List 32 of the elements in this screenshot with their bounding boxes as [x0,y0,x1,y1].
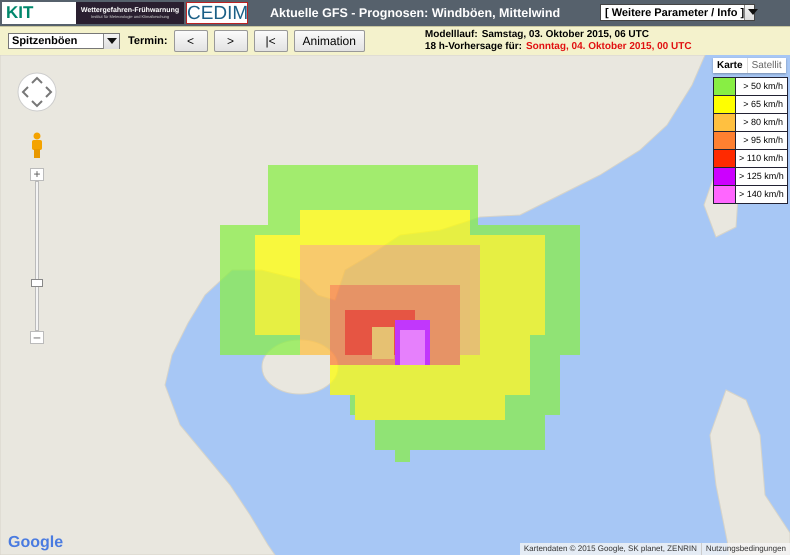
kit-logo: KIT [2,2,76,24]
legend-label: > 65 km/h [742,98,784,111]
info-dropdown[interactable]: [ Weitere Parameter / Info ] [600,4,755,21]
legend-label: > 140 km/h [738,188,785,201]
legend-label: > 110 km/h [738,152,784,165]
zoom-in-button[interactable]: + [30,168,44,181]
model-run-value: Samstag, 03. Oktober 2015, 06 UTC [482,29,649,40]
legend-label: > 80 km/h [742,116,784,129]
legend-label: > 50 km/h [742,80,784,93]
map-type-tab[interactable]: Karte [713,58,747,73]
forecast-label: 18 h-Vorhersage für: [424,41,522,52]
zoom-out-button[interactable]: – [30,331,44,344]
map-type-tab[interactable]: Satellit [746,58,786,73]
page-title: Aktuelle GFS - Prognosen: Windböen, Mittelwind [270,6,560,20]
map-attribution: Kartendaten © 2015 Google, SK planet, ZENRIN [522,543,698,555]
termin-label: Termin: [128,35,168,47]
nav-button[interactable]: < [174,30,208,52]
cedim-logo: CEDIM [186,2,248,24]
legend-label: > 95 km/h [742,134,784,147]
forecast-value: Sonntag, 04. Oktober 2015, 00 UTC [526,41,692,52]
google-logo: Google [8,534,64,552]
terms-link[interactable]: Nutzungsbedingungen [700,543,790,555]
nav-button[interactable]: |< [254,30,288,52]
pegman-icon[interactable] [31,132,43,158]
parameter-dropdown[interactable]: Spitzenböen [8,33,120,49]
zoom-handle[interactable] [31,278,43,286]
legend-label: > 125 km/h [738,170,785,183]
model-run-label: Modelllauf: [424,29,478,40]
nav-button[interactable]: > [214,30,248,52]
caret-icon [103,34,119,48]
nav-button[interactable]: Animation [294,30,365,52]
pan-control-icon[interactable] [17,72,57,112]
